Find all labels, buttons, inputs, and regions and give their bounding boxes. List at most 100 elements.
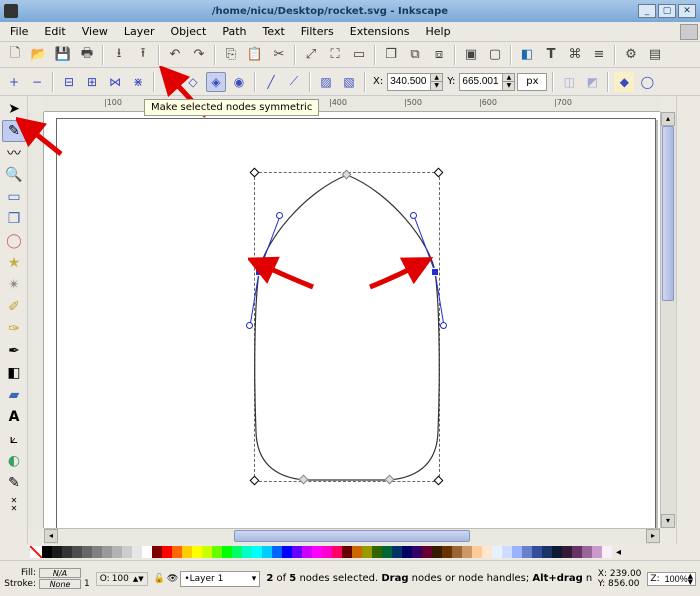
palette-swatch[interactable] [572,546,582,558]
box3d-tool[interactable]: ❒ [2,208,26,230]
scrollbar-horizontal[interactable]: ◂ ▸ [44,528,660,544]
palette-swatch[interactable] [342,546,352,558]
palette-swatch[interactable] [502,546,512,558]
star-tool[interactable]: ★ [2,252,26,274]
text-tool[interactable]: A [2,406,26,428]
new-button[interactable]: 🗋 [4,44,26,66]
undo-button[interactable]: ↶ [164,44,186,66]
print-button[interactable]: 🖶 [76,44,98,66]
clone-button[interactable]: ⧉ [404,44,426,66]
layer-visible-icon[interactable]: 👁 [167,574,178,584]
menu-filters[interactable]: Filters [293,23,342,40]
node-handle[interactable] [276,212,283,219]
palette-swatch[interactable] [92,546,102,558]
unlink-button[interactable]: ⧈ [428,44,450,66]
eraser-tool[interactable]: ◧ [2,362,26,384]
maximize-button[interactable]: ▢ [658,4,676,18]
x-input[interactable]: ▲▼ [387,73,443,91]
spiral-tool[interactable]: ✴ [2,274,26,296]
palette-swatch[interactable] [252,546,262,558]
palette-swatch[interactable] [412,546,422,558]
show-handles-button[interactable]: ◆ [614,72,634,92]
pencil-tool[interactable]: ✐ [2,296,26,318]
close-button[interactable]: ✕ [678,4,696,18]
node-handle[interactable] [246,322,253,329]
stroke-indicator[interactable]: None [39,579,81,589]
tweak-tool[interactable]: 〰 [2,142,26,164]
clip-edit-button[interactable]: ◫ [559,72,579,92]
mask-edit-button[interactable]: ◩ [582,72,602,92]
palette-swatch[interactable] [302,546,312,558]
palette-menu[interactable]: ◂ [614,547,623,558]
palette-swatch[interactable] [372,546,382,558]
break-node-button[interactable]: ⊟ [59,72,79,92]
menu-file[interactable]: File [2,23,36,40]
menu-extensions[interactable]: Extensions [342,23,418,40]
cut-button[interactable]: ✂ [268,44,290,66]
node-cusp-button[interactable]: ◆ [160,72,180,92]
delete-seg-button[interactable]: ⋇ [128,72,148,92]
opacity-field[interactable]: O: 100 ▲▼ [96,572,148,586]
node-auto-button[interactable]: ◉ [229,72,249,92]
circle-tool[interactable]: ◯ [2,230,26,252]
zoom-page-button[interactable]: ▭ [348,44,370,66]
obj-to-path-button[interactable]: ▨ [316,72,336,92]
join-seg-button[interactable]: ⋈ [105,72,125,92]
menu-text[interactable]: Text [255,23,293,40]
palette-swatch[interactable] [132,546,142,558]
path-node[interactable] [255,268,263,276]
palette-swatch[interactable] [102,546,112,558]
palette-swatch[interactable] [582,546,592,558]
palette-swatch[interactable] [262,546,272,558]
menu-layer[interactable]: Layer [116,23,163,40]
ruler-vertical[interactable] [28,112,44,528]
palette-swatch[interactable] [452,546,462,558]
group-button[interactable]: ▣ [460,44,482,66]
ungroup-button[interactable]: ▢ [484,44,506,66]
palette-swatch[interactable] [592,546,602,558]
palette-swatch[interactable] [272,546,282,558]
export-button[interactable]: ⭱ [132,44,154,66]
palette-swatch[interactable] [312,546,322,558]
seg-curve-button[interactable]: ⟋ [284,72,304,92]
palette-swatch[interactable] [392,546,402,558]
node-handle[interactable] [440,322,447,329]
viewport[interactable] [44,112,660,528]
zoom-tool[interactable]: 🔍 [2,164,26,186]
fill-indicator[interactable]: N/A [39,568,81,578]
palette-swatch[interactable] [522,546,532,558]
docprops-button[interactable]: ▤ [644,44,666,66]
palette-swatch[interactable] [222,546,232,558]
bezier-tool[interactable]: ✑ [2,318,26,340]
show-outline-button[interactable]: ◯ [637,72,657,92]
node-smooth-button[interactable]: ◇ [183,72,203,92]
palette-swatch[interactable] [362,546,372,558]
zoom-draw-button[interactable]: ⛶ [324,44,346,66]
palette-swatch[interactable] [542,546,552,558]
palette-swatch[interactable] [492,546,502,558]
import-button[interactable]: ⭳ [108,44,130,66]
menu-help[interactable]: Help [417,23,458,40]
text-dialog-button[interactable]: T [540,44,562,66]
palette-swatch[interactable] [402,546,412,558]
palette-swatch[interactable] [332,546,342,558]
palette-none[interactable] [30,546,42,558]
palette-swatch[interactable] [172,546,182,558]
palette-swatch[interactable] [382,546,392,558]
palette-swatch[interactable] [112,546,122,558]
palette-swatch[interactable] [122,546,132,558]
layer-lock-icon[interactable]: 🔓 [154,574,165,584]
zoom-fit-button[interactable]: ⤢ [300,44,322,66]
join-node-button[interactable]: ⊞ [82,72,102,92]
fill-dialog-button[interactable]: ◧ [516,44,538,66]
node-symmetric-button[interactable]: ◈ [206,72,226,92]
delete-node-button[interactable]: − [27,72,47,92]
paste-button[interactable]: 📋 [244,44,266,66]
palette-swatch[interactable] [242,546,252,558]
prefs-button[interactable]: ⚙ [620,44,642,66]
rect-tool[interactable]: ▭ [2,186,26,208]
palette-swatch[interactable] [42,546,52,558]
stroke-to-path-button[interactable]: ▧ [339,72,359,92]
minimize-button[interactable]: _ [638,4,656,18]
copy-button[interactable]: ⎘ [220,44,242,66]
